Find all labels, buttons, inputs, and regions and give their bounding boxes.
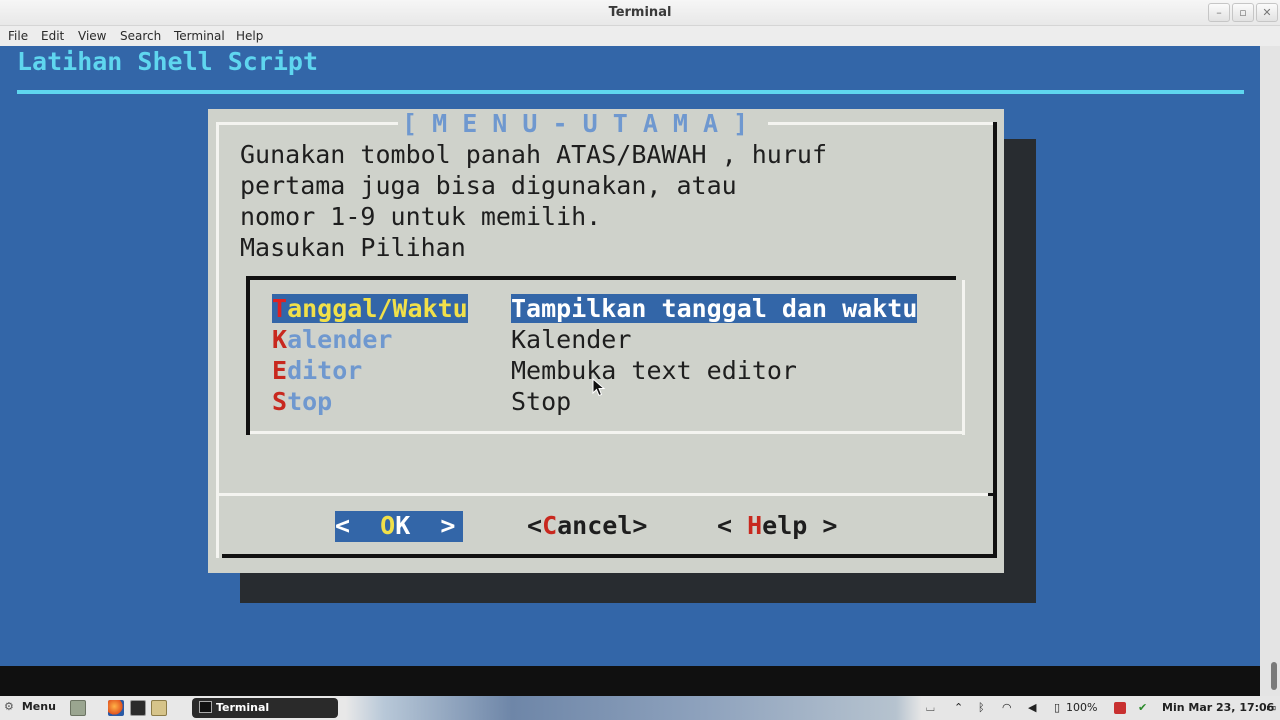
menu-box-top xyxy=(246,276,956,280)
menu-box-bottom xyxy=(250,431,965,434)
menu-edit[interactable]: Edit xyxy=(41,29,64,43)
menu-box-left xyxy=(246,276,250,435)
system-tray: ⌴ ⌃ ᛒ ◠ ◀ ▯ 100% ✔ Min Mar 23, 17:06 ▭ xyxy=(920,698,1280,718)
show-desktop-icon[interactable] xyxy=(70,700,86,716)
menu-item-label: top xyxy=(287,387,333,416)
button-label: ancel xyxy=(557,511,633,540)
button-label: elp xyxy=(762,511,808,540)
window-title: Terminal xyxy=(608,5,672,20)
menu-item-editor[interactable]: Editor xyxy=(272,356,362,385)
dialog-frame-top-left xyxy=(216,122,398,125)
dialog-button-separator xyxy=(216,493,994,496)
chevron-up-icon[interactable]: ⌃ xyxy=(954,701,963,714)
battery-icon[interactable]: ▯ xyxy=(1054,701,1060,714)
menu-view[interactable]: View xyxy=(78,29,106,43)
hotkey-letter: E xyxy=(272,356,288,385)
dialog-title: [ M E N U - U T A M A ] xyxy=(399,109,752,138)
menu-item-stop[interactable]: Stop xyxy=(272,387,332,416)
dialog-text-line-4: Masukan Pilihan xyxy=(240,233,466,262)
hotkey-letter: T xyxy=(272,294,288,323)
terminal-launcher-icon[interactable] xyxy=(130,700,146,716)
gear-icon: ⚙ xyxy=(4,700,14,713)
start-menu-button[interactable]: ⚙ Menu xyxy=(4,700,56,716)
firefox-icon[interactable] xyxy=(108,700,124,716)
notification-icon[interactable]: ▭ xyxy=(1266,701,1276,714)
hotkey-letter: K xyxy=(272,325,288,354)
menu-item-kalender[interactable]: Kalender xyxy=(272,325,392,354)
task-label: Terminal xyxy=(216,701,270,714)
dialog-text-line-1: Gunakan tombol panah ATAS/BAWAH , huruf xyxy=(240,140,827,169)
dialog-frame-top-right xyxy=(768,122,994,125)
button-bracket: < xyxy=(717,511,748,540)
button-bracket: < xyxy=(335,511,381,540)
battery-percent: 100% xyxy=(1066,701,1098,714)
menu-terminal[interactable]: Terminal xyxy=(174,29,225,43)
menu-item-label: ditor xyxy=(287,356,363,385)
menu-item-label: anggal/Waktu xyxy=(287,294,468,323)
button-bracket: < xyxy=(527,511,543,540)
bluetooth-icon[interactable]: ᛒ xyxy=(978,701,985,714)
menu-item-description[interactable]: Stop xyxy=(511,387,571,416)
hotkey-letter: H xyxy=(747,511,763,540)
dialog-separator-tick xyxy=(988,493,997,496)
keyboard-icon[interactable]: ⌴ xyxy=(926,701,935,715)
scrollbar-thumb[interactable] xyxy=(1271,662,1277,690)
dialog-frame-bottom xyxy=(222,554,997,558)
hotkey-letter: O xyxy=(380,511,396,540)
backtitle: Latihan Shell Script xyxy=(17,47,319,76)
menu-item-label: alender xyxy=(287,325,393,354)
cancel-button[interactable]: <Cancel> xyxy=(527,511,647,540)
menu-item-tanggal-waktu[interactable]: Tanggal/Waktu xyxy=(272,294,468,323)
clock[interactable]: Min Mar 23, 17:06 xyxy=(1162,701,1274,714)
hotkey-letter: C xyxy=(542,511,558,540)
minimize-button[interactable]: – xyxy=(1208,3,1230,22)
button-bracket: > xyxy=(807,511,838,540)
mouse-cursor-icon xyxy=(592,378,606,397)
dialog-text-line-2: pertama juga bisa digunakan, atau xyxy=(240,171,737,200)
menu-file[interactable]: File xyxy=(8,29,28,43)
checkmark-icon[interactable]: ✔ xyxy=(1138,701,1147,714)
terminal-bottom-strip xyxy=(0,666,1260,696)
close-button[interactable]: ✕ xyxy=(1256,3,1278,22)
menu-help[interactable]: Help xyxy=(236,29,263,43)
button-label: K xyxy=(395,511,411,540)
taskbar-terminal-task[interactable]: Terminal xyxy=(192,698,338,718)
terminal-icon xyxy=(199,701,212,713)
record-icon[interactable] xyxy=(1114,702,1126,714)
window-titlebar: Terminal – ▫ ✕ xyxy=(0,0,1280,26)
folder-icon[interactable] xyxy=(151,700,167,716)
volume-icon[interactable]: ◀ xyxy=(1028,701,1036,714)
hotkey-letter: S xyxy=(272,387,288,416)
menubar: File Edit View Search Terminal Help xyxy=(0,26,1280,46)
start-menu-label: Menu xyxy=(21,700,56,713)
button-bracket: > xyxy=(632,511,648,540)
menu-box-right xyxy=(962,280,965,435)
terminal-scrollbar[interactable] xyxy=(1260,46,1280,696)
wifi-icon[interactable]: ◠ xyxy=(1002,701,1012,714)
menu-item-description[interactable]: Membuka text editor xyxy=(511,356,797,385)
backtitle-underline xyxy=(17,90,1244,94)
maximize-button[interactable]: ▫ xyxy=(1232,3,1254,22)
help-button[interactable]: < Help > xyxy=(717,511,837,540)
menu-item-description[interactable]: Tampilkan tanggal dan waktu xyxy=(511,294,918,323)
menu-item-description[interactable]: Kalender xyxy=(511,325,631,354)
button-bracket: > xyxy=(410,511,456,540)
menu-search[interactable]: Search xyxy=(120,29,161,43)
dialog-text-line-3: nomor 1-9 untuk memilih. xyxy=(240,202,602,231)
ok-button[interactable]: < OK > xyxy=(335,511,463,542)
